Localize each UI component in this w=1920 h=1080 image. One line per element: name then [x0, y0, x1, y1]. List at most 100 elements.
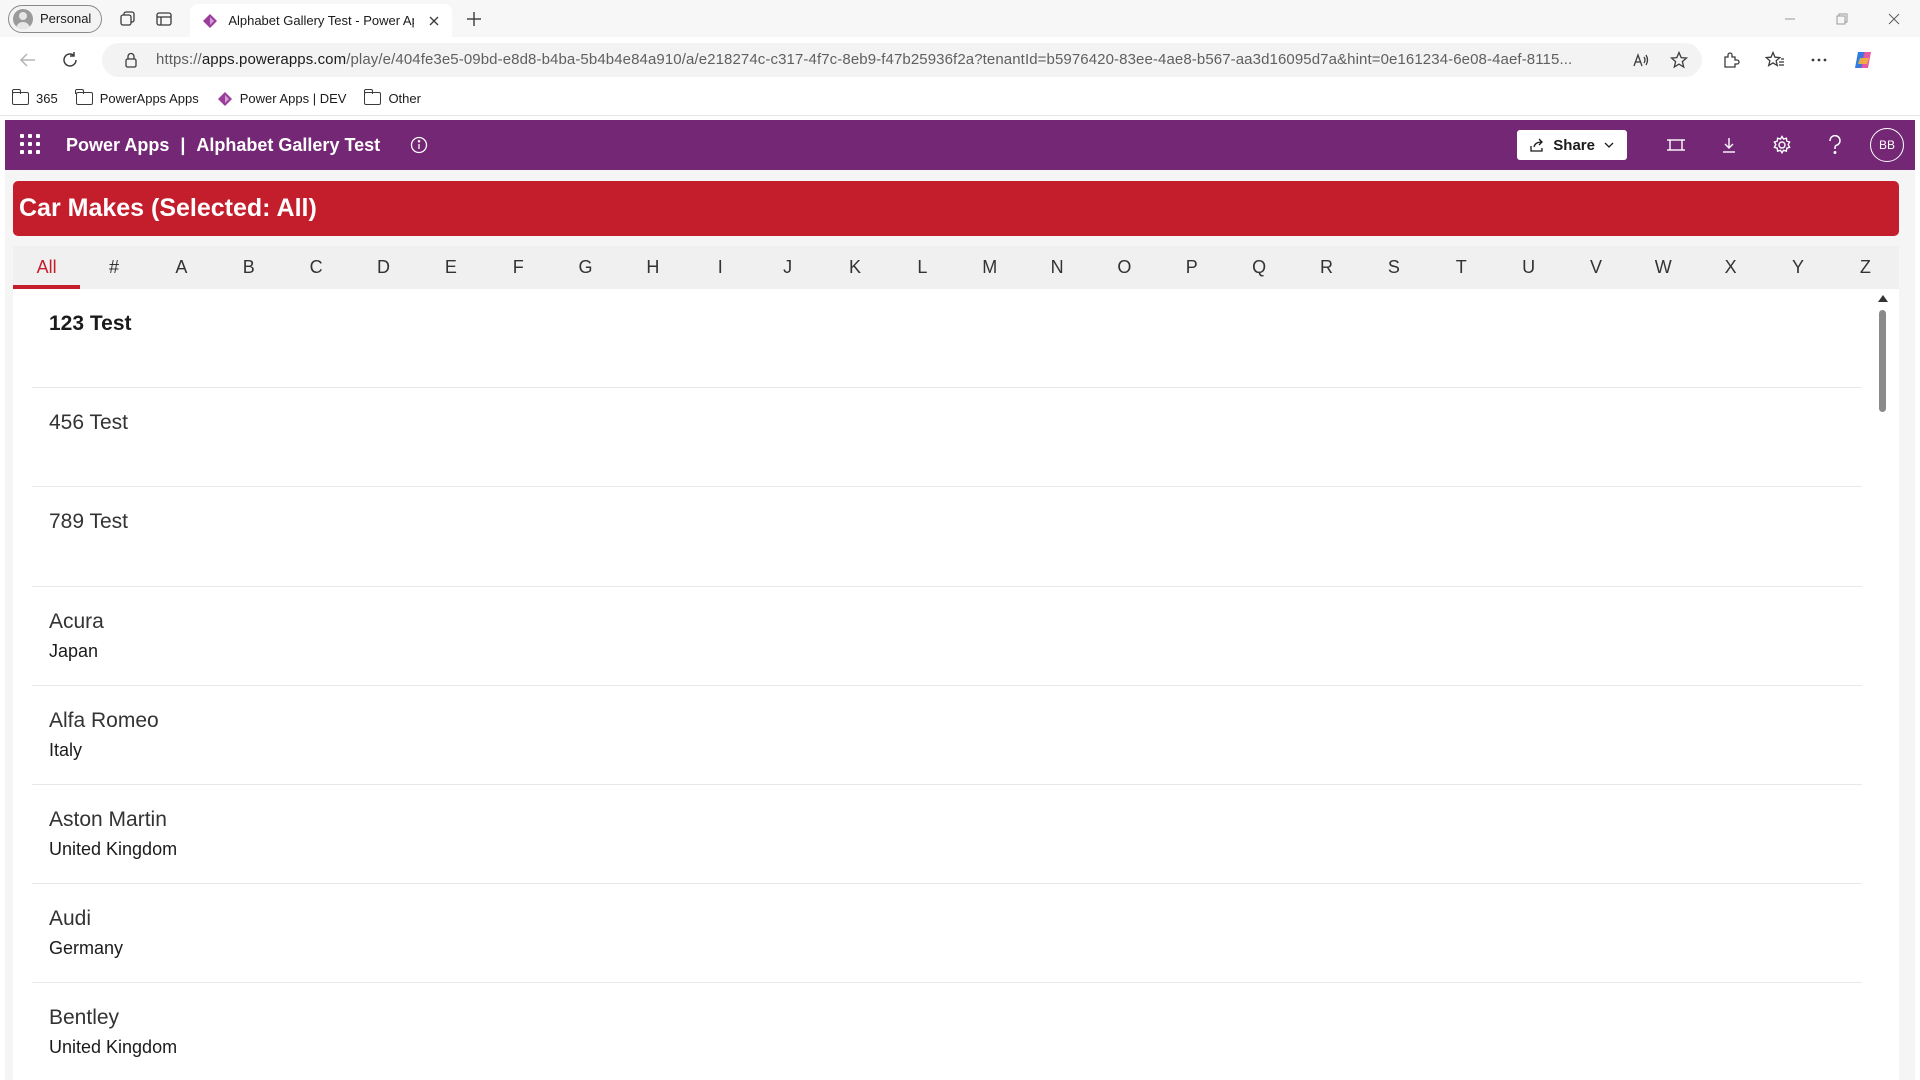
user-avatar[interactable]: BB	[1870, 128, 1904, 162]
letter-tab-hash[interactable]: #	[80, 246, 147, 289]
letter-tab-h[interactable]: H	[619, 246, 686, 289]
row-title: 123 Test	[49, 312, 132, 335]
letter-tab-all[interactable]: All	[13, 246, 81, 289]
row-subtitle: Italy	[49, 739, 83, 760]
folder-icon	[75, 89, 93, 105]
letter-tab-p[interactable]: P	[1158, 246, 1225, 289]
scrollbar-thumb[interactable]	[1879, 310, 1886, 412]
profile-avatar-icon	[13, 8, 33, 29]
row-title: Alfa Romeo	[49, 708, 159, 732]
restore-icon[interactable]	[1816, 0, 1868, 37]
letter-tab-d[interactable]: D	[350, 246, 417, 289]
letter-tab-v[interactable]: V	[1562, 246, 1629, 289]
url-text: https://apps.powerapps.com/play/e/404fe3…	[156, 51, 1616, 68]
letter-tab-f[interactable]: F	[485, 246, 552, 289]
bookmark-label: Power Apps | DEV	[239, 91, 347, 106]
url-path: /play/e/404fe3e5-09bd-e8d8-b4ba-5b4b4e84…	[346, 51, 1573, 68]
gallery-row[interactable]: Audi Germany	[32, 884, 1862, 984]
active-tab[interactable]: Alphabet Gallery Test - Power Apps	[190, 4, 453, 37]
settings-gear-icon[interactable]	[1755, 125, 1808, 165]
app-launcher-icon[interactable]	[20, 134, 42, 156]
row-title: Aston Martin	[49, 807, 167, 831]
app-canvas: Car Makes (Selected: All) All # A B C D …	[5, 170, 1915, 1080]
fit-to-window-icon[interactable]	[1649, 125, 1702, 165]
car-makes-gallery[interactable]: 123 Test 456 Test 789 Test Acura Japan A…	[13, 289, 1899, 1080]
url-field[interactable]: https://apps.powerapps.com/play/e/404fe3…	[102, 42, 1702, 77]
row-subtitle: Japan	[49, 640, 99, 661]
vertical-tabs-icon[interactable]	[146, 3, 182, 35]
share-icon	[1530, 138, 1544, 152]
letter-tab-b[interactable]: B	[215, 246, 282, 289]
extensions-icon[interactable]	[1712, 42, 1750, 78]
app-name: Alphabet Gallery Test	[196, 134, 381, 155]
gallery-row[interactable]: 456 Test	[32, 388, 1862, 488]
powerapps-header: Power Apps | Alphabet Gallery Test Share…	[5, 120, 1915, 170]
letter-tab-o[interactable]: O	[1091, 246, 1158, 289]
chevron-down-icon	[1604, 142, 1614, 148]
lock-icon[interactable]	[118, 47, 144, 73]
letter-tab-q[interactable]: Q	[1225, 246, 1292, 289]
profile-button[interactable]: Personal	[8, 4, 103, 33]
read-aloud-icon[interactable]	[1628, 47, 1654, 73]
gallery-row[interactable]: Acura Japan	[32, 587, 1862, 686]
gallery-row[interactable]: 789 Test	[32, 487, 1862, 587]
browser-tab-bar: Personal Alphabet Gallery Test - Power A…	[0, 0, 1920, 37]
bookmark-label: Other	[388, 91, 421, 106]
letter-tab-j[interactable]: J	[754, 246, 821, 289]
bookmark-powerapps-apps[interactable]: PowerApps Apps	[75, 89, 199, 106]
gallery-row[interactable]: Alfa Romeo Italy	[32, 686, 1862, 785]
tab-close-icon[interactable]	[424, 11, 444, 31]
new-tab-icon[interactable]	[458, 3, 490, 35]
row-subtitle: Germany	[49, 938, 124, 959]
bookmark-365[interactable]: 365	[11, 89, 58, 106]
letter-tab-s[interactable]: S	[1360, 246, 1427, 289]
letter-tab-e[interactable]: E	[417, 246, 484, 289]
gallery-row[interactable]: Bentley United Kingdom	[32, 983, 1862, 1080]
letter-tab-r[interactable]: R	[1293, 246, 1360, 289]
powerapps-favicon-icon	[203, 13, 218, 28]
row-subtitle: United Kingdom	[49, 838, 178, 859]
letter-tab-k[interactable]: K	[821, 246, 888, 289]
share-label: Share	[1553, 136, 1595, 154]
minimize-icon[interactable]	[1764, 0, 1816, 37]
gallery-row[interactable]: 123 Test	[32, 289, 1862, 389]
gallery-row[interactable]: Aston Martin United Kingdom	[32, 785, 1862, 885]
share-button[interactable]: Share	[1517, 130, 1627, 160]
letter-tab-n[interactable]: N	[1023, 246, 1090, 289]
letter-tab-u[interactable]: U	[1495, 246, 1562, 289]
letter-tab-m[interactable]: M	[956, 246, 1023, 289]
letter-tab-l[interactable]: L	[889, 246, 956, 289]
scroll-up-arrow-icon[interactable]	[1878, 295, 1888, 302]
copilot-icon[interactable]	[1844, 42, 1882, 78]
help-icon[interactable]	[1808, 125, 1861, 165]
folder-icon	[11, 89, 29, 105]
favorite-star-icon[interactable]	[1666, 47, 1692, 73]
letter-tab-c[interactable]: C	[282, 246, 349, 289]
header-title: Power Apps | Alphabet Gallery Test	[66, 135, 380, 156]
powerapps-icon	[217, 91, 232, 106]
workspaces-icon[interactable]	[110, 3, 146, 35]
letter-tab-a[interactable]: A	[148, 246, 215, 289]
back-icon[interactable]	[10, 42, 46, 78]
letter-filter-bar: All # A B C D E F G H I J K L M N O P Q …	[13, 246, 1899, 289]
letter-tab-x[interactable]: X	[1697, 246, 1764, 289]
letter-tab-y[interactable]: Y	[1764, 246, 1831, 289]
bookmark-power-apps-dev[interactable]: Power Apps | DEV	[217, 91, 347, 107]
download-icon[interactable]	[1702, 125, 1755, 165]
more-options-icon[interactable]	[1800, 42, 1838, 78]
info-icon[interactable]	[408, 134, 430, 156]
letter-tab-z[interactable]: Z	[1832, 246, 1899, 289]
url-prefix: https://	[156, 51, 202, 68]
letter-tab-w[interactable]: W	[1630, 246, 1697, 289]
close-window-icon[interactable]	[1868, 0, 1920, 37]
letter-tab-i[interactable]: I	[687, 246, 754, 289]
letter-tab-g[interactable]: G	[552, 246, 619, 289]
refresh-icon[interactable]	[52, 42, 88, 78]
bookmark-label: PowerApps Apps	[99, 91, 199, 106]
letter-tab-t[interactable]: T	[1428, 246, 1495, 289]
product-name: Power Apps	[66, 134, 170, 155]
gallery-scrollbar[interactable]	[1877, 293, 1889, 1080]
bookmark-other[interactable]: Other	[364, 89, 421, 106]
address-bar-row: https://apps.powerapps.com/play/e/404fe3…	[0, 37, 1920, 82]
favorites-icon[interactable]	[1756, 42, 1794, 78]
